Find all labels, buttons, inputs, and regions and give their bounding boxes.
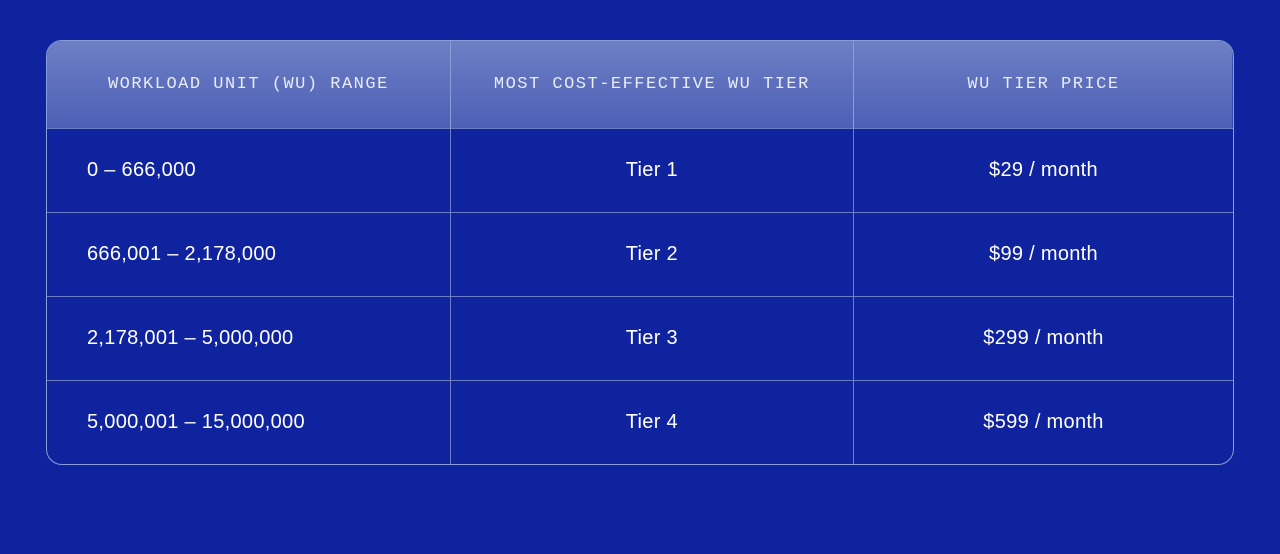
table-row: 666,001 – 2,178,000 Tier 2 $99 / month <box>47 213 1233 297</box>
header-wu-range: WORKLOAD UNIT (WU) RANGE <box>47 41 450 129</box>
table-row: 5,000,001 – 15,000,000 Tier 4 $599 / mon… <box>47 381 1233 465</box>
header-wu-tier: MOST COST-EFFECTIVE WU TIER <box>450 41 853 129</box>
cell-range: 666,001 – 2,178,000 <box>47 213 450 297</box>
cell-price: $299 / month <box>853 297 1233 381</box>
table-row: 0 – 666,000 Tier 1 $29 / month <box>47 129 1233 213</box>
cell-tier: Tier 1 <box>450 129 853 213</box>
cell-price: $99 / month <box>853 213 1233 297</box>
cell-price: $599 / month <box>853 381 1233 465</box>
cell-range: 2,178,001 – 5,000,000 <box>47 297 450 381</box>
pricing-table-container: WORKLOAD UNIT (WU) RANGE MOST COST-EFFEC… <box>46 40 1234 465</box>
cell-range: 0 – 666,000 <box>47 129 450 213</box>
table-header-row: WORKLOAD UNIT (WU) RANGE MOST COST-EFFEC… <box>47 41 1233 129</box>
pricing-table: WORKLOAD UNIT (WU) RANGE MOST COST-EFFEC… <box>47 41 1233 464</box>
cell-price: $29 / month <box>853 129 1233 213</box>
table-row: 2,178,001 – 5,000,000 Tier 3 $299 / mont… <box>47 297 1233 381</box>
cell-tier: Tier 3 <box>450 297 853 381</box>
cell-range: 5,000,001 – 15,000,000 <box>47 381 450 465</box>
cell-tier: Tier 2 <box>450 213 853 297</box>
header-wu-price: WU TIER PRICE <box>853 41 1233 129</box>
cell-tier: Tier 4 <box>450 381 853 465</box>
